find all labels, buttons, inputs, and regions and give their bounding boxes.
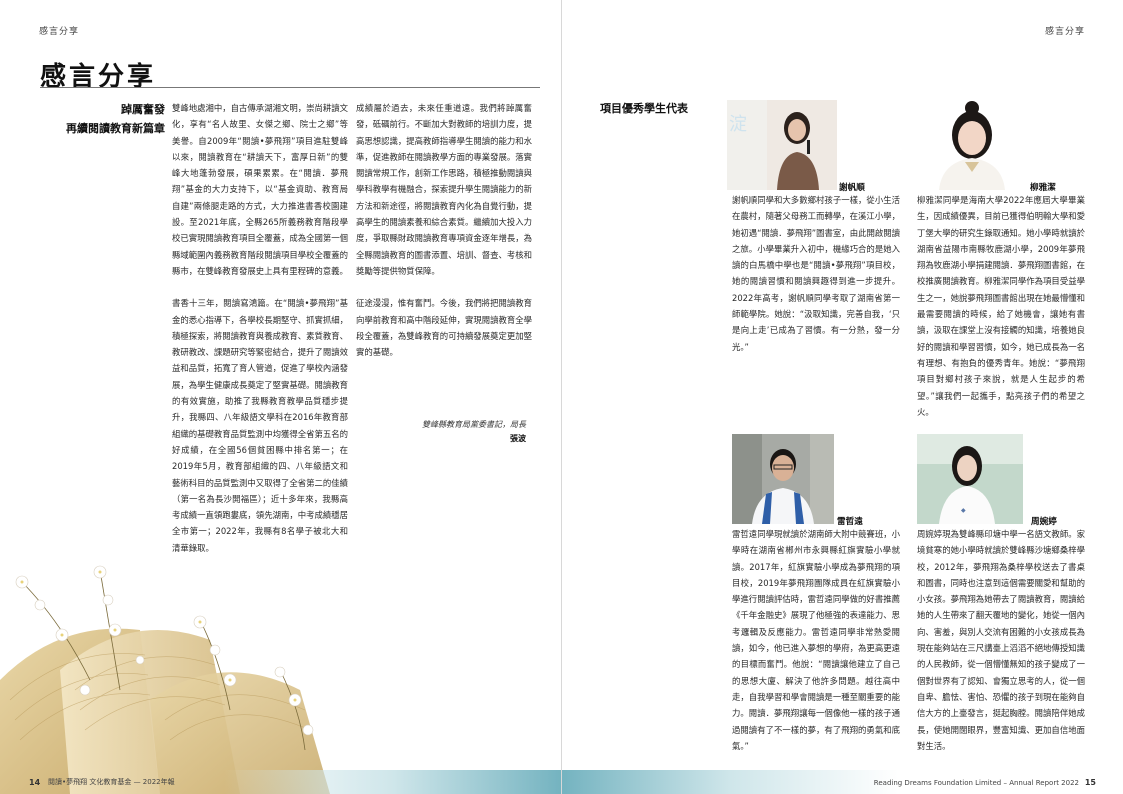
paragraph: 書香十三年，閱讀寫鴻篇。在“閱讀•夢飛翔”基金的悉心指導下，各學校長期堅守、抓實… — [172, 298, 348, 553]
headline-line-1: 踔厲奮發 — [121, 103, 165, 116]
paragraph: 征途漫漫，惟有奮鬥。今後，我們將把閱讀教育向學前教育和高中階段延伸，實現閱讀教育… — [356, 298, 532, 358]
running-head: 感言分享 — [1044, 27, 1085, 37]
books-and-flowers-illustration — [0, 565, 330, 794]
title-divider — [40, 87, 540, 88]
student-bio-1: 謝帆順同學和大多數鄉村孩子一樣，從小生活在農村，隨著父母務工而轉學，在溪江小學，… — [732, 195, 900, 352]
student-photo-1: 淀 — [727, 100, 837, 190]
running-head: 感言分享 — [39, 27, 80, 37]
right-page: 感言分享 項目優秀學生代表 淀 謝帆順 謝帆順同學和大多數鄉村孩子一樣，從小生活… — [562, 0, 1123, 794]
author-role: 雙峰縣教育局黨委書記，局長 — [422, 420, 526, 429]
student-photo-4: ◆ — [917, 434, 1023, 524]
page-number: 15 — [1084, 778, 1096, 787]
student-photo-3 — [732, 434, 834, 524]
headline-line-2: 再續閱讀教育新篇章 — [66, 122, 165, 135]
footer-text: 閱讀•夢飛翔 文化教育基金 — 2022年報 — [48, 778, 175, 786]
article-headline: 踔厲奮發 再續閱讀教育新篇章 — [40, 100, 165, 138]
svg-text:◆: ◆ — [961, 507, 966, 514]
author-name: 張波 — [510, 434, 526, 443]
student-bio-3: 雷哲遠同學現就讀於湖南師大附中競賽班，小學時在湖南省郴州市永興縣紅旗實驗小學就讀… — [732, 529, 900, 751]
paragraph: 雙峰地處湘中，自古傳承湖湘文明，崇尚耕讀文化，享有“名人故里、女傑之鄉、院士之鄉… — [172, 103, 348, 276]
student-bio-2: 柳雅潔同學是海南大學2022年應屆大學畢業生，因成績優異，目前已獲得伯明翰大學和… — [917, 195, 1085, 417]
left-page: 感言分享 感言分享 踔厲奮發 再續閱讀教育新篇章 雙峰地處湘中，自古傳承湖湘文明… — [0, 0, 561, 794]
paragraph: 成績屬於過去，未來任重道遠。我們將踔厲奮發，砥礪前行。不斷加大對教師的培訓力度，… — [356, 103, 532, 276]
article-column-1: 雙峰地處湘中，自古傳承湖湘文明，崇尚耕讀文化，享有“名人故里、女傑之鄉、院士之鄉… — [172, 100, 348, 572]
student-bio-4: 周婉婷現為雙峰縣印塘中學一名語文教師。家境貧寒的她小學時就讀於雙峰縣沙塘鄉桑梓學… — [917, 529, 1085, 751]
svg-text:淀: 淀 — [729, 114, 747, 135]
page-number: 14 — [29, 778, 41, 787]
author-signature: 雙峰縣教育局黨委書記，局長 張波 — [356, 418, 526, 446]
article-column-2: 成績屬於過去，未來任重道遠。我們將踔厲奮發，砥礪前行。不斷加大對教師的培訓力度，… — [356, 100, 532, 376]
section-heading: 項目優秀學生代表 — [600, 102, 688, 115]
footer-text: Reading Dreams Foundation Limited – Annu… — [873, 779, 1079, 787]
student-photo-2 — [917, 100, 1028, 190]
